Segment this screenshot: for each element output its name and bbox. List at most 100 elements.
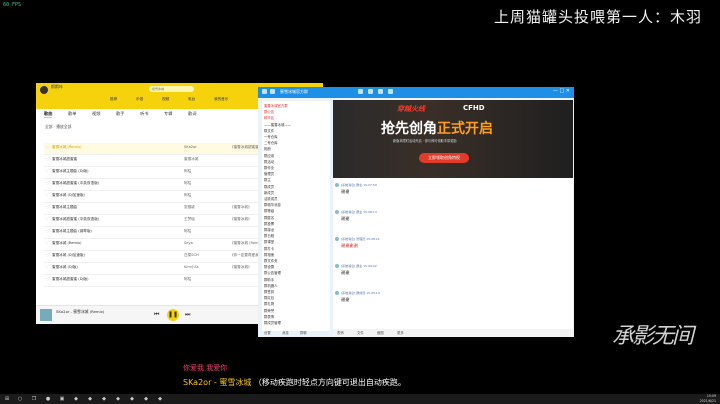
heart-icon[interactable]: ♡ bbox=[45, 169, 49, 174]
next-icon[interactable]: ⏭ bbox=[185, 311, 190, 319]
group-list-item[interactable]: 群荣誉 bbox=[264, 308, 274, 313]
heart-icon[interactable]: ♡ bbox=[45, 181, 49, 186]
tab-videos[interactable]: 视频 bbox=[92, 111, 100, 117]
group-list-item[interactable]: 群助手 bbox=[264, 277, 274, 282]
group-list-item[interactable]: 群礼物 bbox=[264, 301, 274, 306]
nav-item[interactable]: 推荐 bbox=[110, 97, 117, 102]
search-icon[interactable]: ○ bbox=[16, 395, 24, 403]
system-clock[interactable]: 15:09 2021/6/21 bbox=[700, 394, 716, 403]
group-list-item[interactable]: 群签到 bbox=[264, 289, 274, 294]
tab-artists[interactable]: 歌手 bbox=[116, 111, 124, 117]
group-list-item[interactable]: 群公告管理 bbox=[264, 270, 281, 275]
folder-icon[interactable]: ▣ bbox=[58, 395, 66, 403]
heart-icon[interactable]: ♡ bbox=[45, 217, 49, 222]
song-title: 蜜雪冰城甜蜜蜜 (中英双语版) bbox=[52, 181, 100, 185]
group-list-item[interactable]: 群文件 bbox=[264, 128, 274, 133]
avatar[interactable] bbox=[335, 264, 339, 268]
tab-playlists[interactable]: 歌单 bbox=[68, 111, 76, 117]
group-list-item[interactable]: 相册 bbox=[264, 146, 271, 151]
app-icon[interactable] bbox=[388, 89, 393, 94]
start-icon[interactable]: ⊞ bbox=[3, 395, 11, 403]
heart-icon[interactable]: ♡ bbox=[45, 229, 49, 234]
group-chat-icon[interactable]: 群聊 bbox=[300, 330, 307, 335]
nav-item[interactable]: 电台 bbox=[188, 97, 195, 102]
heart-icon[interactable]: ♡ bbox=[45, 145, 49, 150]
browser-icon[interactable]: ● bbox=[44, 395, 52, 403]
group-list-item[interactable]: 二号仓库 bbox=[264, 140, 278, 145]
group-list-item[interactable]: 群相册 bbox=[264, 252, 274, 257]
window-controls[interactable]: — □ ✕ bbox=[553, 88, 570, 94]
emoji-button[interactable]: 表情 bbox=[337, 330, 344, 335]
group-list-item[interactable]: 精华区 bbox=[264, 115, 274, 120]
heart-icon[interactable]: ♡ bbox=[45, 205, 49, 210]
avatar[interactable] bbox=[335, 237, 339, 241]
group-list-item[interactable]: 群成员 bbox=[264, 184, 274, 189]
settings-icon[interactable]: 设置 bbox=[264, 330, 271, 335]
video-icon[interactable] bbox=[368, 89, 373, 94]
app-icon[interactable]: ◆ bbox=[114, 395, 122, 403]
message-icon[interactable]: 消息 bbox=[282, 330, 289, 335]
group-list-item[interactable]: 群文件夹 bbox=[264, 258, 278, 263]
avatar[interactable] bbox=[335, 210, 339, 214]
group-list-item[interactable]: 群课堂 bbox=[264, 239, 274, 244]
group-list-item[interactable]: 群表情 bbox=[264, 314, 274, 319]
heart-icon[interactable]: ♡ bbox=[45, 193, 49, 198]
previous-icon[interactable]: ⏮ bbox=[154, 311, 159, 319]
avatar[interactable] bbox=[335, 291, 339, 295]
album-cover[interactable] bbox=[40, 309, 52, 321]
call-icon[interactable] bbox=[358, 89, 363, 94]
group-list-item[interactable]: 蜜雪冰城官方群 bbox=[264, 103, 288, 108]
group-list-item[interactable]: 群打卡 bbox=[264, 246, 274, 251]
group-list-item[interactable]: 群主 bbox=[264, 177, 271, 182]
heart-icon[interactable]: ♡ bbox=[45, 241, 49, 246]
group-list-item[interactable]: 群精华消息 bbox=[264, 202, 281, 207]
group-list-item[interactable]: 群红包 bbox=[264, 295, 274, 300]
nav-item[interactable]: 我的音乐 bbox=[214, 97, 228, 102]
nav-item[interactable]: 乐馆 bbox=[136, 97, 143, 102]
group-list-item[interactable]: 群活动 bbox=[264, 159, 274, 164]
screenshot-button[interactable]: 截图 bbox=[377, 330, 384, 335]
heart-icon[interactable]: ♡ bbox=[45, 265, 49, 270]
group-list-item[interactable]: 活跃成员 bbox=[264, 196, 278, 201]
heart-icon[interactable]: ♡ bbox=[45, 277, 49, 282]
play-all-label[interactable]: 全部 · 播放全部 bbox=[45, 124, 71, 130]
app-icon[interactable]: ◆ bbox=[86, 395, 94, 403]
group-list-item[interactable]: 群作业 bbox=[264, 165, 274, 170]
group-list-item[interactable]: 群接龙 bbox=[264, 227, 274, 232]
ad-button[interactable]: 立即领取创角特权 bbox=[419, 153, 469, 163]
app-icon[interactable]: ◆ bbox=[128, 395, 136, 403]
heart-icon[interactable]: ♡ bbox=[45, 253, 49, 258]
tab-songs[interactable]: 歌曲 bbox=[44, 111, 53, 118]
group-list-item[interactable]: 群匿名 bbox=[264, 215, 274, 220]
avatar[interactable] bbox=[335, 183, 339, 187]
avatar[interactable] bbox=[40, 86, 48, 94]
app-icon[interactable]: ◆ bbox=[72, 395, 80, 403]
screen-share-icon[interactable] bbox=[378, 89, 383, 94]
pause-button[interactable]: ❚❚ bbox=[167, 309, 179, 321]
file-button[interactable]: 文件 bbox=[357, 330, 364, 335]
search-input[interactable]: 蜜雪冰城 bbox=[149, 86, 194, 92]
heart-icon[interactable]: ♡ bbox=[45, 157, 49, 162]
group-list-item[interactable]: 新成员 bbox=[264, 190, 274, 195]
tab-albums[interactable]: 专辑 bbox=[164, 111, 172, 117]
group-list-item[interactable]: 管理员 bbox=[264, 171, 274, 176]
group-list-item[interactable]: 群设置 bbox=[264, 264, 274, 269]
more-button[interactable]: 更多 bbox=[397, 330, 404, 335]
group-list-item[interactable]: 群成员管理 bbox=[264, 320, 281, 325]
nav-item[interactable]: 视频 bbox=[162, 97, 169, 102]
app-icon[interactable]: ◆ bbox=[156, 395, 164, 403]
tab-lyrics[interactable]: 歌词 bbox=[188, 111, 196, 117]
group-list-item[interactable]: 一号仓库 bbox=[264, 134, 278, 139]
app-icon[interactable]: ◆ bbox=[142, 395, 150, 403]
app-icon[interactable]: ◆ bbox=[100, 395, 108, 403]
ad-banner[interactable]: 穿越火线 CFHD 抢先创角正式开启 新版本限时活动开启 · 参与即可领取丰厚奖… bbox=[333, 100, 573, 178]
group-list-item[interactable]: 群等级 bbox=[264, 208, 274, 213]
group-list-item[interactable]: 群机器人 bbox=[264, 283, 278, 288]
tab-audiobooks[interactable]: 听书 bbox=[140, 111, 148, 117]
group-list-item[interactable]: 群投票 bbox=[264, 221, 274, 226]
task-view-icon[interactable]: ❐ bbox=[30, 395, 38, 403]
group-list-item[interactable]: 群应用 bbox=[264, 153, 274, 158]
group-list-item[interactable]: 群公告 bbox=[264, 109, 274, 114]
group-list-item[interactable]: 群日程 bbox=[264, 233, 274, 238]
group-list-item[interactable]: ——蜜雪冰城—— bbox=[264, 122, 291, 127]
